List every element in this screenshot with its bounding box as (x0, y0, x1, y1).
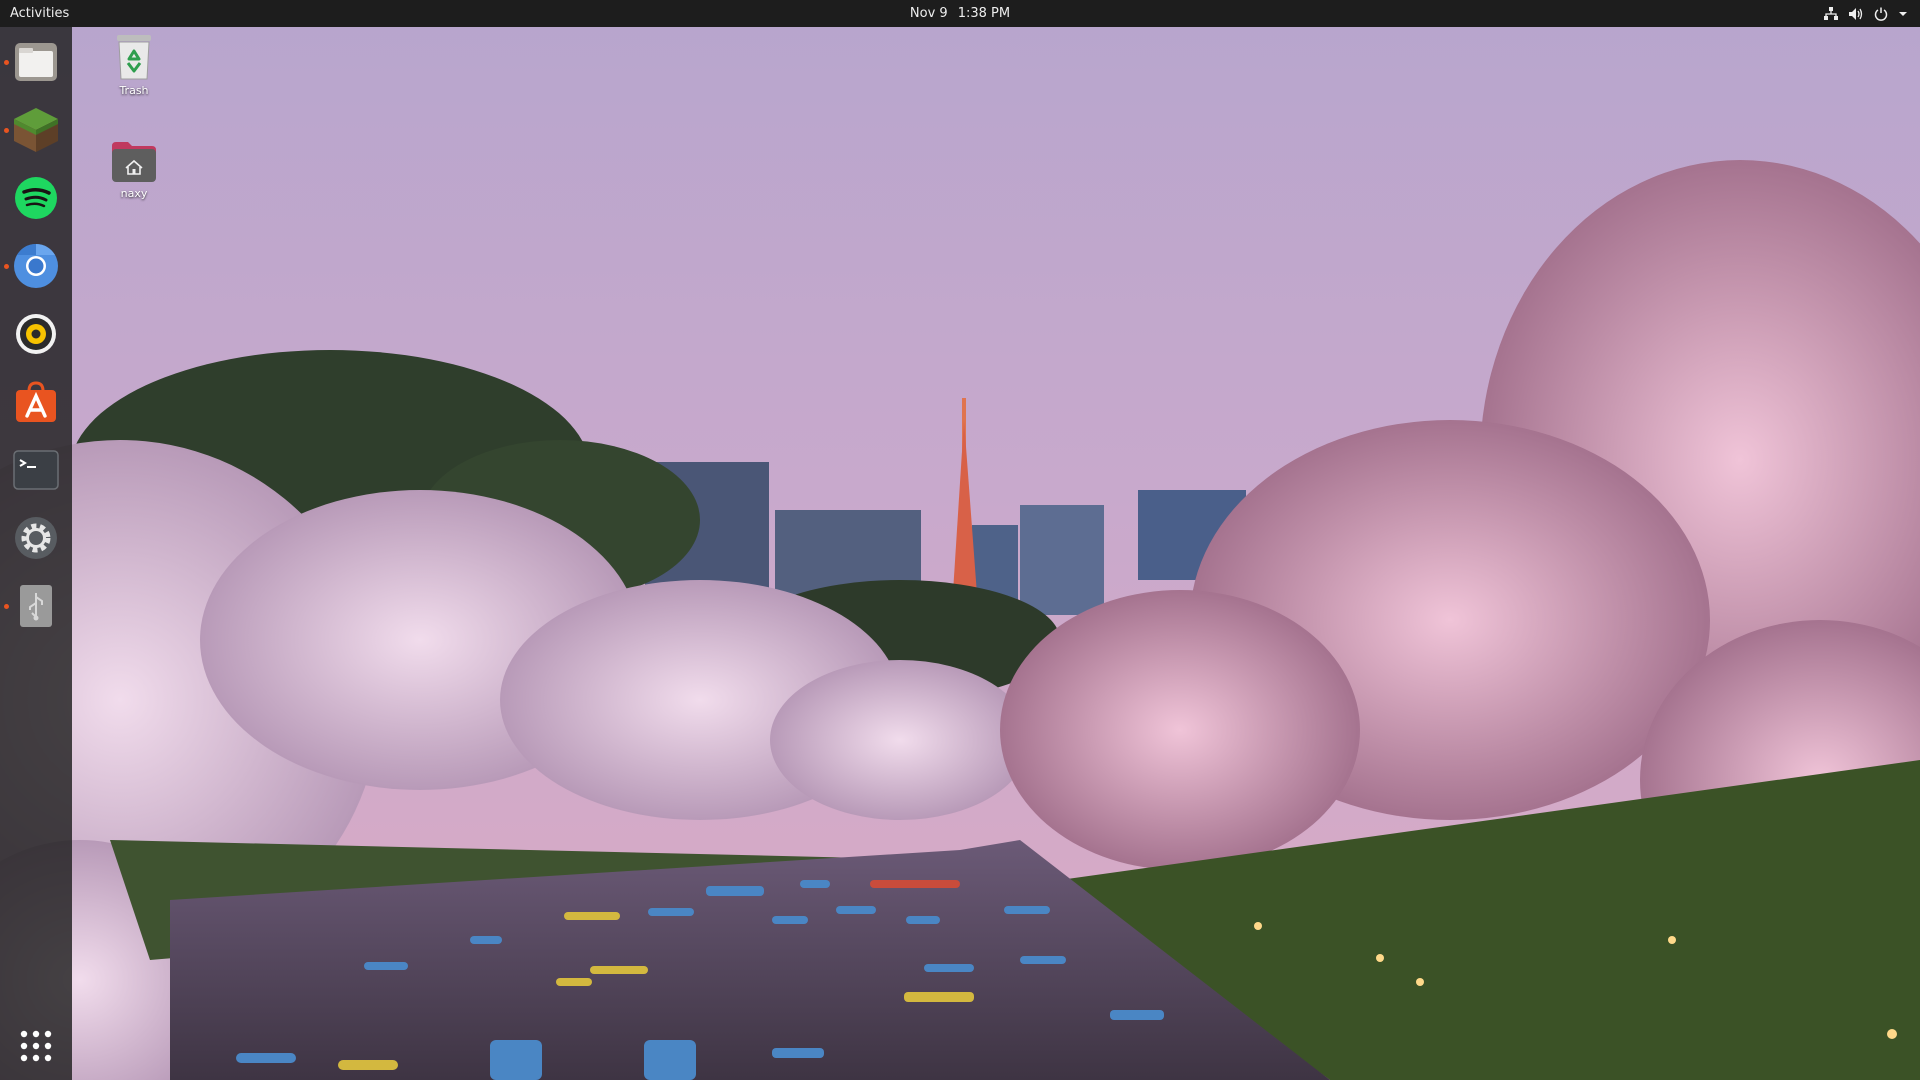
running-indicator (4, 604, 9, 609)
ubuntu-software-icon (13, 379, 59, 425)
settings-gear-icon (13, 515, 59, 561)
power-icon (1874, 7, 1888, 21)
network-icon (1824, 6, 1838, 21)
dock-item-chromium[interactable] (0, 235, 72, 297)
desktop-icon-home[interactable]: naxy (98, 140, 170, 200)
running-indicator (4, 264, 9, 269)
minecraft-grass-block-icon (11, 105, 61, 155)
dock-item-ubuntu-software[interactable] (0, 371, 72, 433)
desktop-icon-trash[interactable]: Trash (98, 33, 170, 97)
running-indicator (4, 60, 9, 65)
desktop-icon-label: naxy (120, 187, 148, 200)
running-indicator (4, 128, 9, 133)
dock (0, 27, 72, 1080)
dock-item-rhythmbox[interactable] (0, 303, 72, 365)
terminal-icon (13, 450, 59, 490)
desktop-icon-label: Trash (119, 84, 149, 97)
dock-item-spotify[interactable] (0, 167, 72, 229)
dock-item-files[interactable] (0, 31, 72, 93)
chromium-icon (12, 242, 60, 290)
volume-icon (1848, 7, 1864, 21)
dock-item-usb-drive[interactable] (0, 575, 72, 637)
dock-item-minecraft[interactable] (0, 99, 72, 161)
home-folder-icon (98, 140, 170, 184)
clock: Nov 9 1:38 PM (0, 0, 1920, 27)
system-menu[interactable] (1824, 0, 1908, 27)
trash-icon (98, 33, 170, 81)
spotify-icon (13, 175, 59, 221)
top-bar: Activities Nov 9 1:38 PM (0, 0, 1920, 27)
app-grid-icon (19, 1029, 53, 1063)
activities-button[interactable]: Activities (10, 0, 69, 27)
files-icon (13, 39, 59, 85)
desktop-screen: Activities Nov 9 1:38 PM Trash naxy (0, 0, 1920, 1080)
rhythmbox-icon (14, 312, 58, 356)
clock-date[interactable]: Nov 9 (910, 6, 948, 21)
dock-item-settings[interactable] (0, 507, 72, 569)
desktop-wallpaper (0, 0, 1920, 1080)
usb-drive-icon (18, 583, 54, 629)
clock-time[interactable]: 1:38 PM (958, 6, 1010, 21)
menu-arrow-icon (1898, 9, 1908, 19)
show-applications-button[interactable] (0, 1015, 72, 1077)
dock-item-terminal[interactable] (0, 439, 72, 501)
